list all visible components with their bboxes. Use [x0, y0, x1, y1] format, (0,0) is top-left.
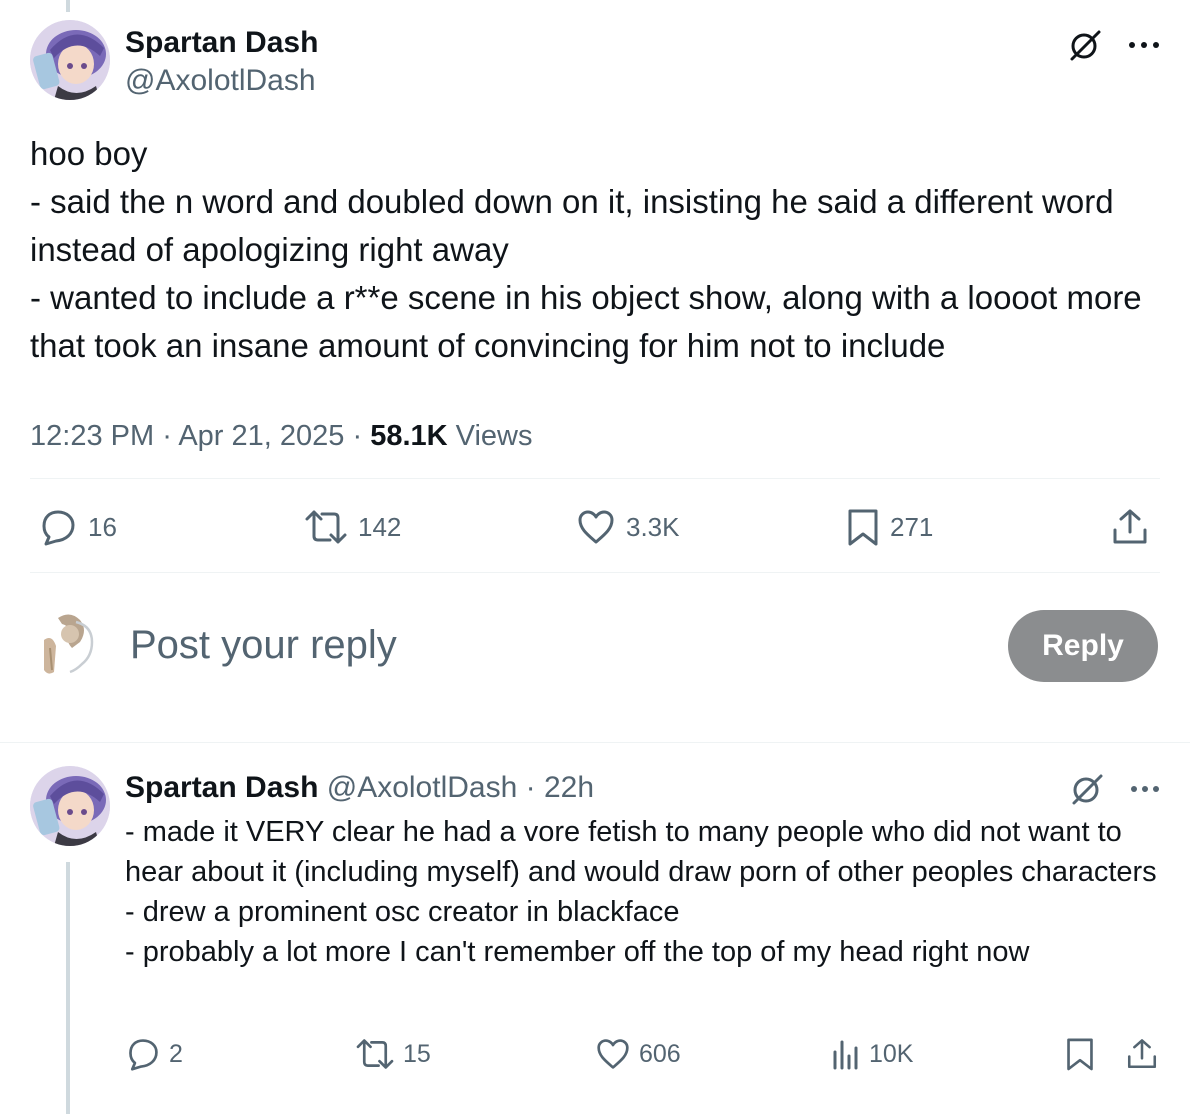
- meta-separator: ·: [352, 420, 371, 452]
- author-info: Spartan Dash @AxolotlDash: [125, 26, 318, 102]
- like-button[interactable]: 606: [595, 1032, 681, 1076]
- tweet-time[interactable]: 12:23 PM: [30, 420, 154, 452]
- views-count: 58.1K: [370, 420, 448, 452]
- repost-icon: [305, 510, 347, 544]
- tweet-date[interactable]: Apr 21, 2025: [178, 420, 344, 452]
- repost-count: 142: [358, 511, 402, 542]
- tweet-actions: 16 142 3.3K 271: [30, 500, 1160, 554]
- tweet-actions: 2 15 606 10K: [125, 1032, 1160, 1076]
- views-label: Views: [455, 420, 533, 452]
- reply-button[interactable]: 2: [125, 1032, 183, 1076]
- divider: [0, 742, 1190, 743]
- repost-button[interactable]: 15: [355, 1032, 431, 1076]
- reply-icon: [42, 510, 75, 546]
- bookmark-icon: [848, 509, 878, 546]
- display-name[interactable]: Spartan Dash: [125, 771, 318, 804]
- main-tweet: Spartan Dash @AxolotlDash hoo boy - said…: [30, 20, 1160, 452]
- bookmark-count: 271: [890, 511, 934, 542]
- user-avatar[interactable]: [30, 608, 100, 684]
- thread-connector-top: [66, 0, 70, 12]
- bookmark-button[interactable]: [1065, 1032, 1095, 1076]
- share-icon: [1127, 1039, 1157, 1069]
- share-button[interactable]: [1110, 500, 1150, 554]
- divider: [30, 478, 1160, 479]
- reply-composer: Post your reply Reply: [30, 608, 1160, 684]
- reply-input[interactable]: Post your reply: [130, 620, 397, 670]
- handle[interactable]: @AxolotlDash: [327, 771, 518, 804]
- display-name[interactable]: Spartan Dash: [125, 26, 318, 60]
- view-count: 10K: [869, 1039, 914, 1068]
- meta-separator: ·: [162, 420, 179, 452]
- more-options-icon[interactable]: [1128, 41, 1160, 49]
- tweet-header: Spartan Dash @AxolotlDash: [30, 20, 1160, 120]
- analytics-icon: [833, 1040, 858, 1070]
- views-button[interactable]: 10K: [831, 1032, 913, 1076]
- repost-button[interactable]: 142: [304, 500, 401, 554]
- reply-count: 16: [88, 511, 117, 542]
- meta-separator: ·: [525, 771, 544, 804]
- reply-button[interactable]: 16: [38, 500, 117, 554]
- like-count: 606: [639, 1039, 681, 1068]
- tweet-thread: Spartan Dash @AxolotlDash hoo boy - said…: [0, 0, 1190, 1114]
- tweet-text: - made it VERY clear he had a vore fetis…: [125, 816, 1157, 968]
- repost-icon: [356, 1039, 394, 1069]
- reply-count: 2: [169, 1039, 183, 1068]
- handle[interactable]: @AxolotlDash: [125, 60, 318, 102]
- reply-header: Spartan Dash @AxolotlDash · 22h: [125, 768, 594, 808]
- reply-submit-button[interactable]: Reply: [1008, 610, 1158, 682]
- bookmark-button[interactable]: 271: [846, 500, 933, 554]
- tweet-header-actions: [1068, 28, 1160, 62]
- more-options-icon[interactable]: [1130, 785, 1160, 793]
- like-button[interactable]: 3.3K: [576, 500, 680, 554]
- reply-icon: [129, 1039, 158, 1071]
- grok-icon[interactable]: [1068, 28, 1102, 62]
- divider: [30, 572, 1160, 573]
- repost-count: 15: [403, 1039, 431, 1068]
- avatar[interactable]: [30, 20, 110, 100]
- thread-connector: [66, 862, 70, 1114]
- tweet-metadata: 12:23 PM · Apr 21, 2025 · 58.1K Views: [30, 420, 532, 453]
- like-count: 3.3K: [626, 511, 680, 542]
- tweet-header-actions: [1070, 772, 1160, 806]
- tweet-text: hoo boy - said the n word and doubled do…: [30, 135, 1142, 364]
- heart-icon: [597, 1039, 629, 1069]
- avatar[interactable]: [30, 766, 110, 846]
- share-icon: [1113, 509, 1147, 544]
- grok-icon[interactable]: [1070, 772, 1104, 806]
- heart-icon: [578, 510, 614, 544]
- tweet-age[interactable]: 22h: [544, 771, 594, 804]
- bookmark-icon: [1067, 1038, 1093, 1071]
- share-button[interactable]: [1125, 1032, 1159, 1076]
